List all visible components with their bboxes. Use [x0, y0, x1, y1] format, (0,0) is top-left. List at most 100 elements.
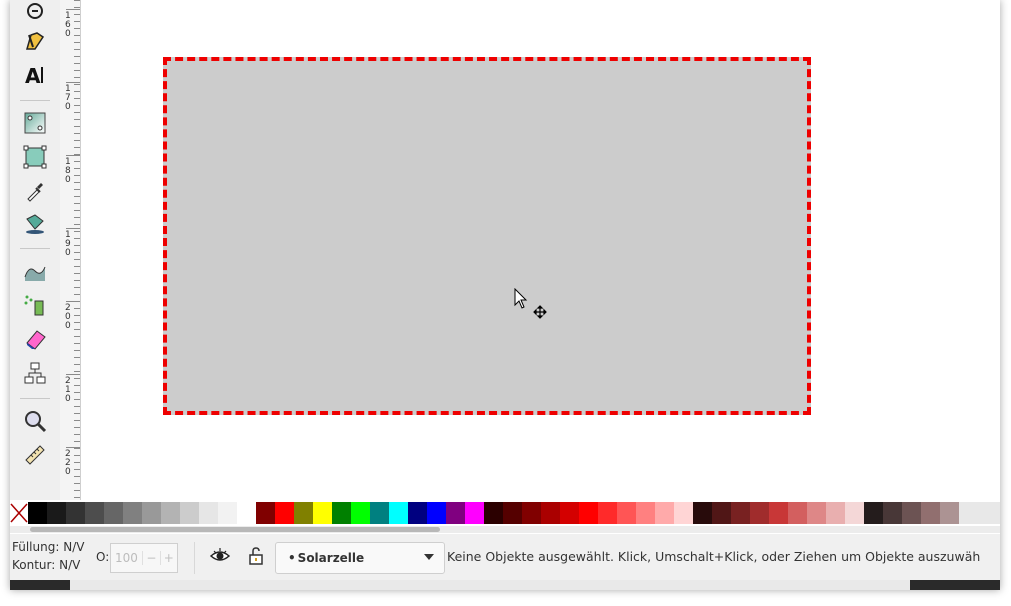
gradient-tool-icon[interactable]	[22, 110, 48, 136]
ruler-tick	[74, 483, 80, 484]
color-swatch[interactable]	[218, 502, 237, 524]
mesh-tool-icon[interactable]	[22, 144, 48, 170]
connector-tool-icon[interactable]	[22, 360, 48, 386]
color-swatch[interactable]	[313, 502, 332, 524]
selected-rectangle[interactable]	[163, 57, 811, 415]
eye-icon[interactable]	[210, 547, 230, 565]
color-swatch[interactable]	[446, 502, 465, 524]
ruler-tick	[74, 469, 80, 470]
color-swatch[interactable]	[864, 502, 883, 524]
eraser-tool-icon[interactable]	[22, 326, 48, 352]
color-swatch[interactable]	[199, 502, 218, 524]
ruler-tick	[74, 385, 80, 386]
color-swatch[interactable]	[883, 502, 902, 524]
ruler-major-tick	[66, 301, 80, 302]
color-swatch[interactable]	[541, 502, 560, 524]
color-swatch[interactable]	[408, 502, 427, 524]
color-swatch[interactable]	[351, 502, 370, 524]
ruler-major-tick	[66, 9, 80, 10]
color-swatch[interactable]	[370, 502, 389, 524]
current-layer-dropdown[interactable]: • Solarzelle	[275, 542, 445, 574]
color-swatch[interactable]	[750, 502, 769, 524]
ruler-tick	[74, 399, 80, 400]
opacity-value[interactable]: 100	[111, 551, 142, 565]
no-paint-swatch[interactable]	[10, 502, 28, 524]
ruler-label-digit: 0	[65, 321, 71, 331]
color-swatch[interactable]	[389, 502, 408, 524]
opacity-decrease-button[interactable]: −	[142, 551, 159, 565]
horizontal-scrollbar[interactable]	[10, 526, 1000, 533]
color-swatch[interactable]	[902, 502, 921, 524]
spray-tool-icon[interactable]	[22, 292, 48, 318]
measure-tool-icon[interactable]	[22, 442, 48, 468]
color-swatch[interactable]	[465, 502, 484, 524]
tweak-tool-icon[interactable]	[22, 258, 48, 284]
stroke-value: N/V	[59, 558, 81, 572]
color-swatch[interactable]	[731, 502, 750, 524]
ruler-tick	[74, 147, 80, 148]
color-swatch[interactable]	[693, 502, 712, 524]
color-swatch[interactable]	[560, 502, 579, 524]
color-swatch[interactable]	[66, 502, 85, 524]
calligraphy-tool-icon[interactable]	[22, 0, 48, 26]
color-swatch[interactable]	[503, 502, 522, 524]
paint-bucket-tool-icon[interactable]	[22, 210, 48, 236]
ruler-tick	[74, 105, 80, 106]
color-swatch[interactable]	[180, 502, 199, 524]
color-swatch[interactable]	[123, 502, 142, 524]
ruler-tick	[74, 140, 80, 141]
color-swatch[interactable]	[674, 502, 693, 524]
ruler-tick	[74, 217, 80, 218]
scrollbar-thumb[interactable]	[30, 527, 440, 532]
color-swatch[interactable]	[47, 502, 66, 524]
color-swatch[interactable]	[332, 502, 351, 524]
color-swatch[interactable]	[617, 502, 636, 524]
color-swatch[interactable]	[826, 502, 845, 524]
color-swatch[interactable]	[788, 502, 807, 524]
ruler-label-digit: 0	[65, 102, 71, 112]
color-swatch[interactable]	[161, 502, 180, 524]
dropper-tool-icon[interactable]	[22, 178, 48, 204]
color-swatch[interactable]	[636, 502, 655, 524]
color-swatch[interactable]	[522, 502, 541, 524]
opacity-spinbox[interactable]: 100 − +	[110, 543, 178, 573]
vertical-ruler[interactable]: 160170180190200210220	[60, 0, 81, 500]
color-swatch[interactable]	[807, 502, 826, 524]
stroke-indicator[interactable]: Kontur: N/V	[12, 558, 80, 572]
ruler-tick	[74, 406, 80, 407]
drawing-canvas[interactable]	[81, 0, 1000, 500]
color-swatch[interactable]	[85, 502, 104, 524]
text-tool-icon[interactable]: A	[22, 62, 48, 88]
color-swatch[interactable]	[940, 502, 959, 524]
color-swatch[interactable]	[921, 502, 940, 524]
ruler-tick	[74, 98, 80, 99]
color-swatch[interactable]	[256, 502, 275, 524]
color-swatch[interactable]	[28, 502, 47, 524]
zoom-tool-icon[interactable]	[22, 408, 48, 434]
color-swatch[interactable]	[484, 502, 503, 524]
ruler-tick	[74, 413, 80, 414]
ruler-tick	[74, 434, 80, 435]
color-swatch[interactable]	[769, 502, 788, 524]
color-swatch[interactable]	[712, 502, 731, 524]
color-swatch[interactable]	[104, 502, 123, 524]
color-swatch[interactable]	[845, 502, 864, 524]
opacity-increase-button[interactable]: +	[159, 551, 177, 565]
color-swatch[interactable]	[237, 502, 256, 524]
ruler-tick	[74, 196, 80, 197]
color-swatch[interactable]	[598, 502, 617, 524]
pen-tool-icon[interactable]	[22, 28, 48, 54]
ruler-tick	[74, 329, 80, 330]
color-swatch[interactable]	[275, 502, 294, 524]
color-swatch[interactable]	[655, 502, 674, 524]
ruler-tick	[74, 322, 80, 323]
ruler-tick	[74, 175, 80, 176]
unlocked-icon[interactable]	[248, 546, 264, 566]
color-swatch[interactable]	[579, 502, 598, 524]
fill-indicator[interactable]: Füllung: N/V	[12, 540, 84, 554]
color-swatch[interactable]	[294, 502, 313, 524]
ruler-tick	[74, 0, 80, 1]
taskbar-highlight	[70, 580, 910, 590]
color-swatch[interactable]	[427, 502, 446, 524]
color-swatch[interactable]	[142, 502, 161, 524]
